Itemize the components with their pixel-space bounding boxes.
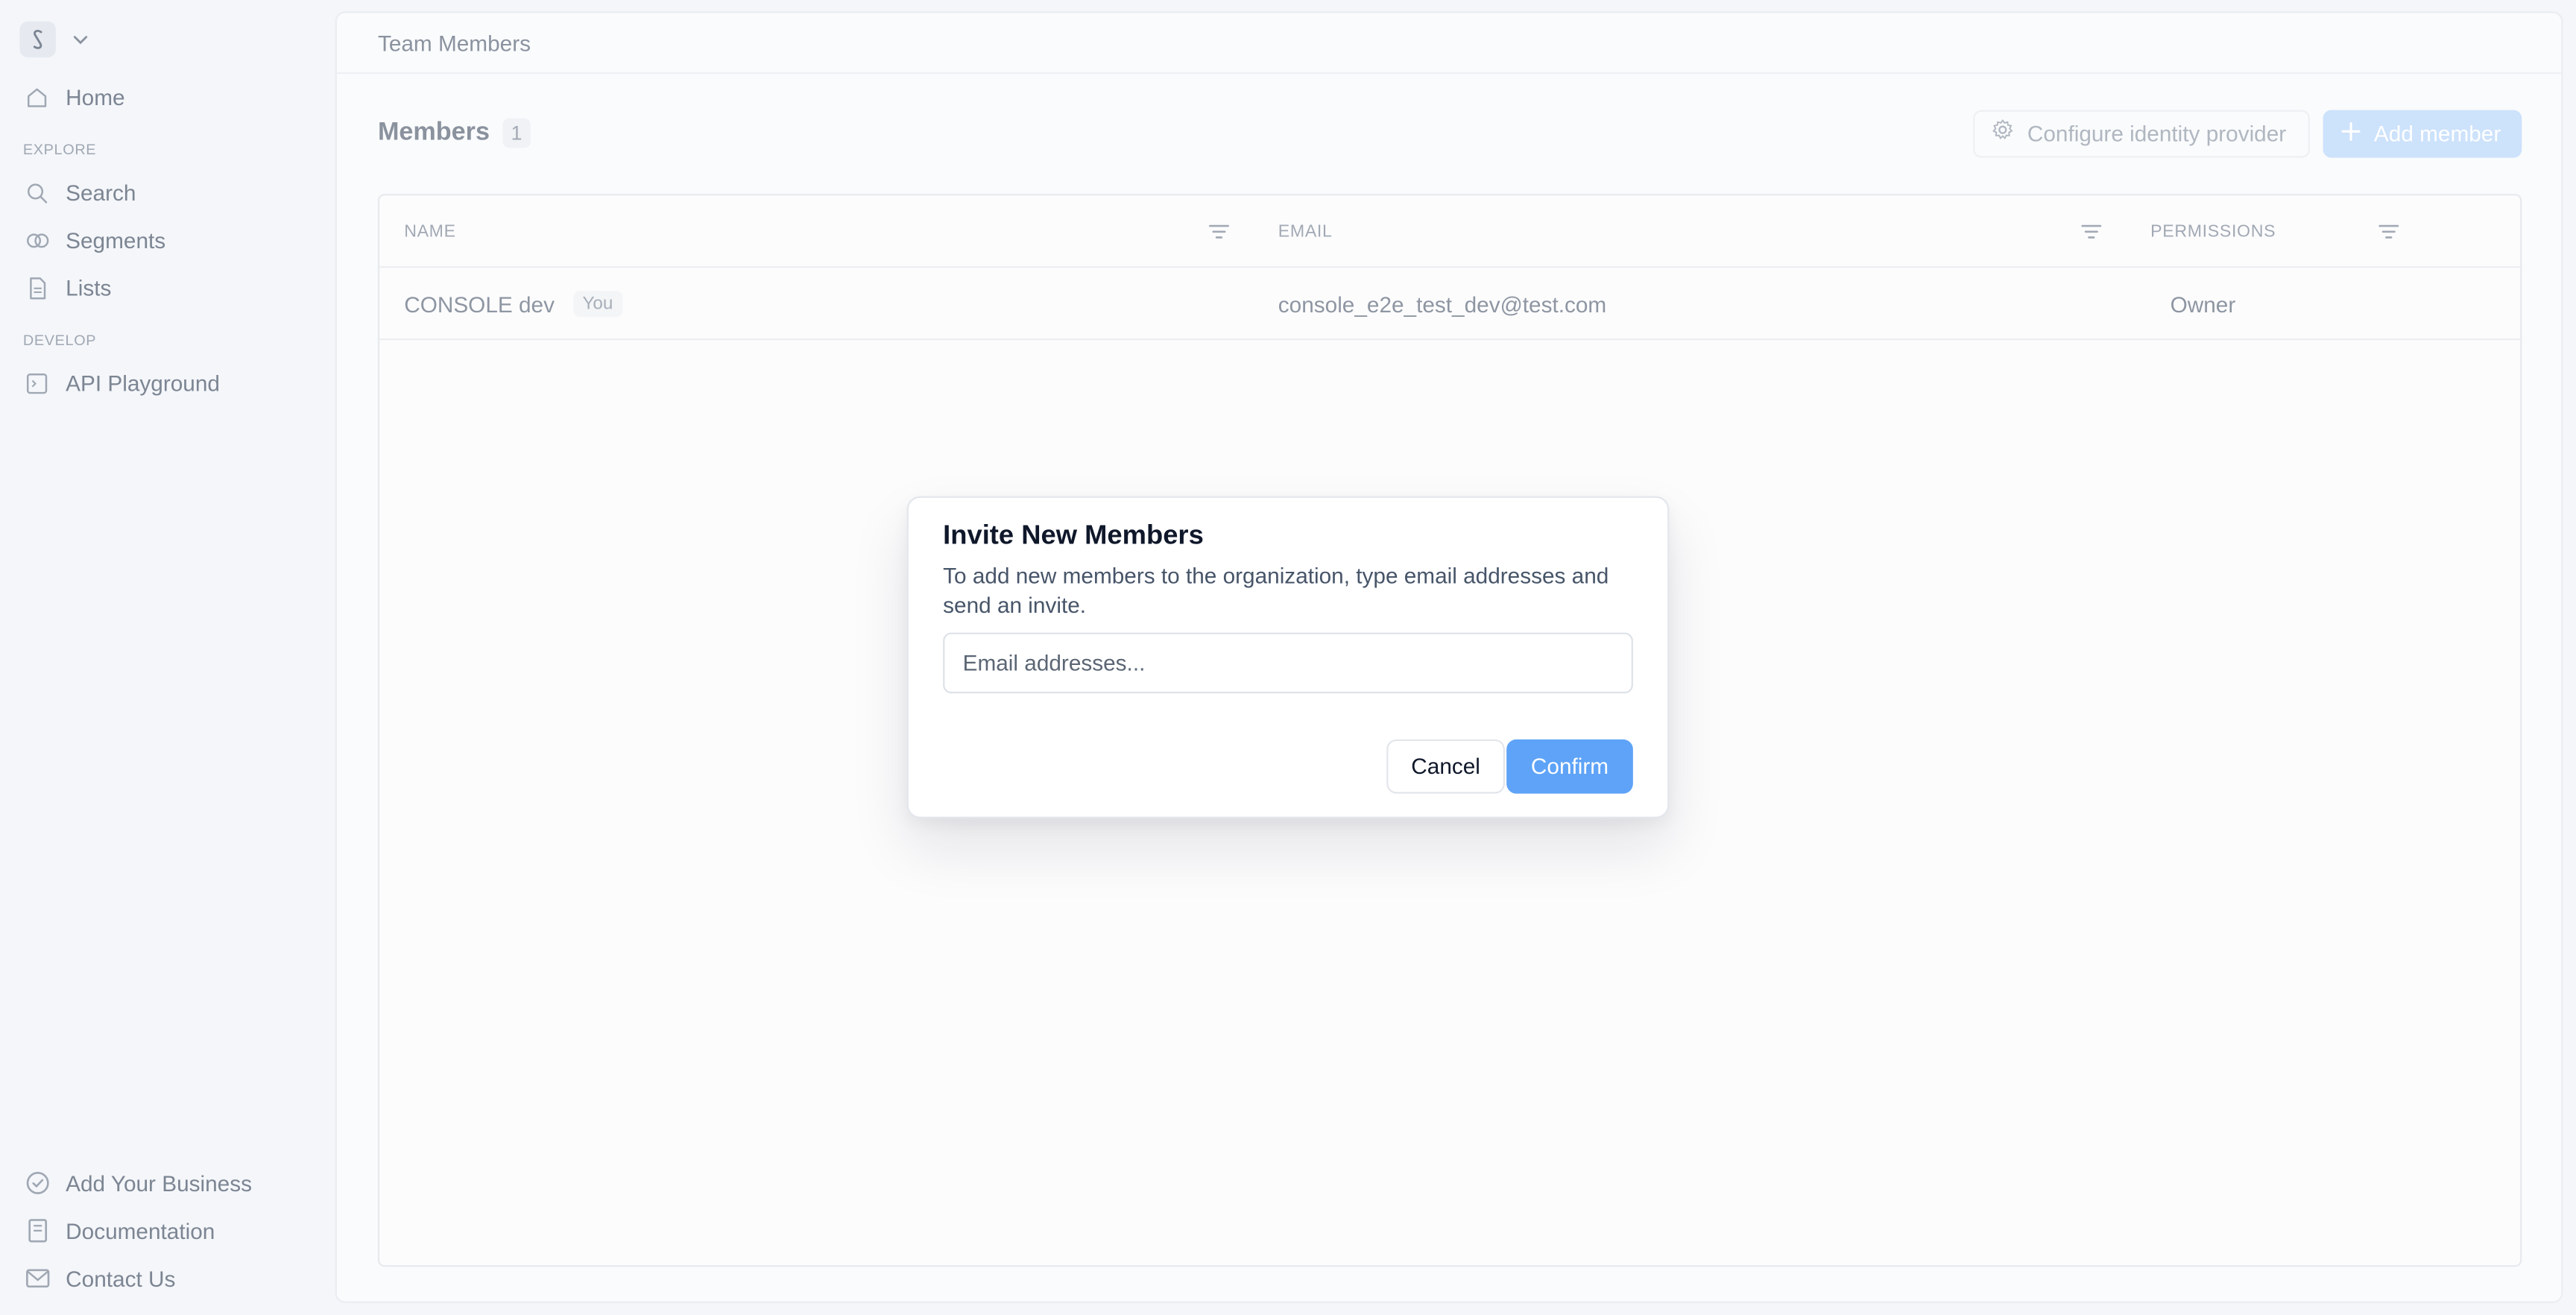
sidebar-item-label: Contact Us [66,1266,176,1291]
home-icon [23,83,51,110]
develop-section-label: DEVELOP [22,332,97,349]
workspace-switcher[interactable] [19,21,89,58]
sidebar-item-contact-us[interactable]: Contact Us [23,1261,175,1296]
column-header-name[interactable]: NAME [404,195,456,268]
configure-identity-provider-label: Configure identity provider [2027,122,2287,147]
sidebar: Home EXPLORE Search Segments Lists DEVEL… [0,0,335,1314]
sidebar-item-label: Search [66,180,136,205]
member-permission-cell[interactable]: Owner [2171,268,2236,340]
badge-check-icon [23,1169,51,1196]
sidebar-item-add-your-business[interactable]: Add Your Business [23,1165,252,1201]
members-heading: Members 1 [377,118,531,148]
confirm-button[interactable]: Confirm [1506,739,1633,794]
members-count-badge: 1 [502,118,531,148]
sidebar-item-search[interactable]: Search [23,174,136,210]
column-header-permissions[interactable]: PERMISSIONS [2150,195,2276,268]
configure-identity-provider-button[interactable]: Configure identity provider [1973,110,2310,158]
s-logo-icon [19,21,56,58]
gear-icon [1991,119,2014,150]
sidebar-item-label: Segments [66,227,166,253]
plus-icon [2341,119,2361,149]
sidebar-item-label: Home [66,84,125,110]
app-frame: Home EXPLORE Search Segments Lists DEVEL… [0,0,2576,1314]
filter-icon[interactable] [2377,220,2400,239]
table-row[interactable]: CONSOLE dev You console_e2e_test_dev@tes… [379,268,2521,341]
filter-icon[interactable] [2080,220,2103,239]
you-badge: You [572,291,623,318]
sidebar-item-label: Add Your Business [66,1170,252,1196]
table-header: NAME EMAIL PERMISSIONS [379,195,2521,268]
dialog-description: To add new members to the organization, … [943,564,1609,618]
explore-section-label: EXPLORE [22,141,97,158]
mail-icon [23,1264,51,1292]
dialog-title: Invite New Members [943,520,1204,551]
book-icon [23,1217,51,1244]
sidebar-item-label: API Playground [66,370,220,396]
chevron-down-icon[interactable] [72,25,89,54]
document-icon [23,274,51,301]
add-member-button[interactable]: Add member [2323,110,2522,158]
member-name: CONSOLE dev [404,291,555,317]
sidebar-item-home[interactable]: Home [23,79,125,115]
members-title: Members [377,118,490,147]
email-addresses-input[interactable] [943,632,1633,694]
sidebar-item-label: Documentation [66,1218,215,1243]
segments-icon [23,226,51,253]
sidebar-item-label: Lists [66,275,112,300]
search-icon [23,178,51,206]
terminal-icon [23,369,51,397]
column-header-email[interactable]: EMAIL [1278,195,1333,268]
member-name-cell: CONSOLE dev You [404,268,623,340]
invite-members-dialog: Invite New Members To add new members to… [906,496,1670,819]
sidebar-item-documentation[interactable]: Documentation [23,1213,215,1249]
filter-icon[interactable] [1208,220,1231,239]
sidebar-item-api-playground[interactable]: API Playground [23,365,220,400]
sidebar-item-segments[interactable]: Segments [23,222,165,258]
sidebar-item-lists[interactable]: Lists [23,269,112,305]
page-header: Team Members [336,13,2562,75]
page-title: Team Members [377,30,531,55]
cancel-button[interactable]: Cancel [1386,739,1505,794]
add-member-label: Add member [2373,122,2501,147]
member-email-cell: console_e2e_test_dev@test.com [1278,291,1607,317]
